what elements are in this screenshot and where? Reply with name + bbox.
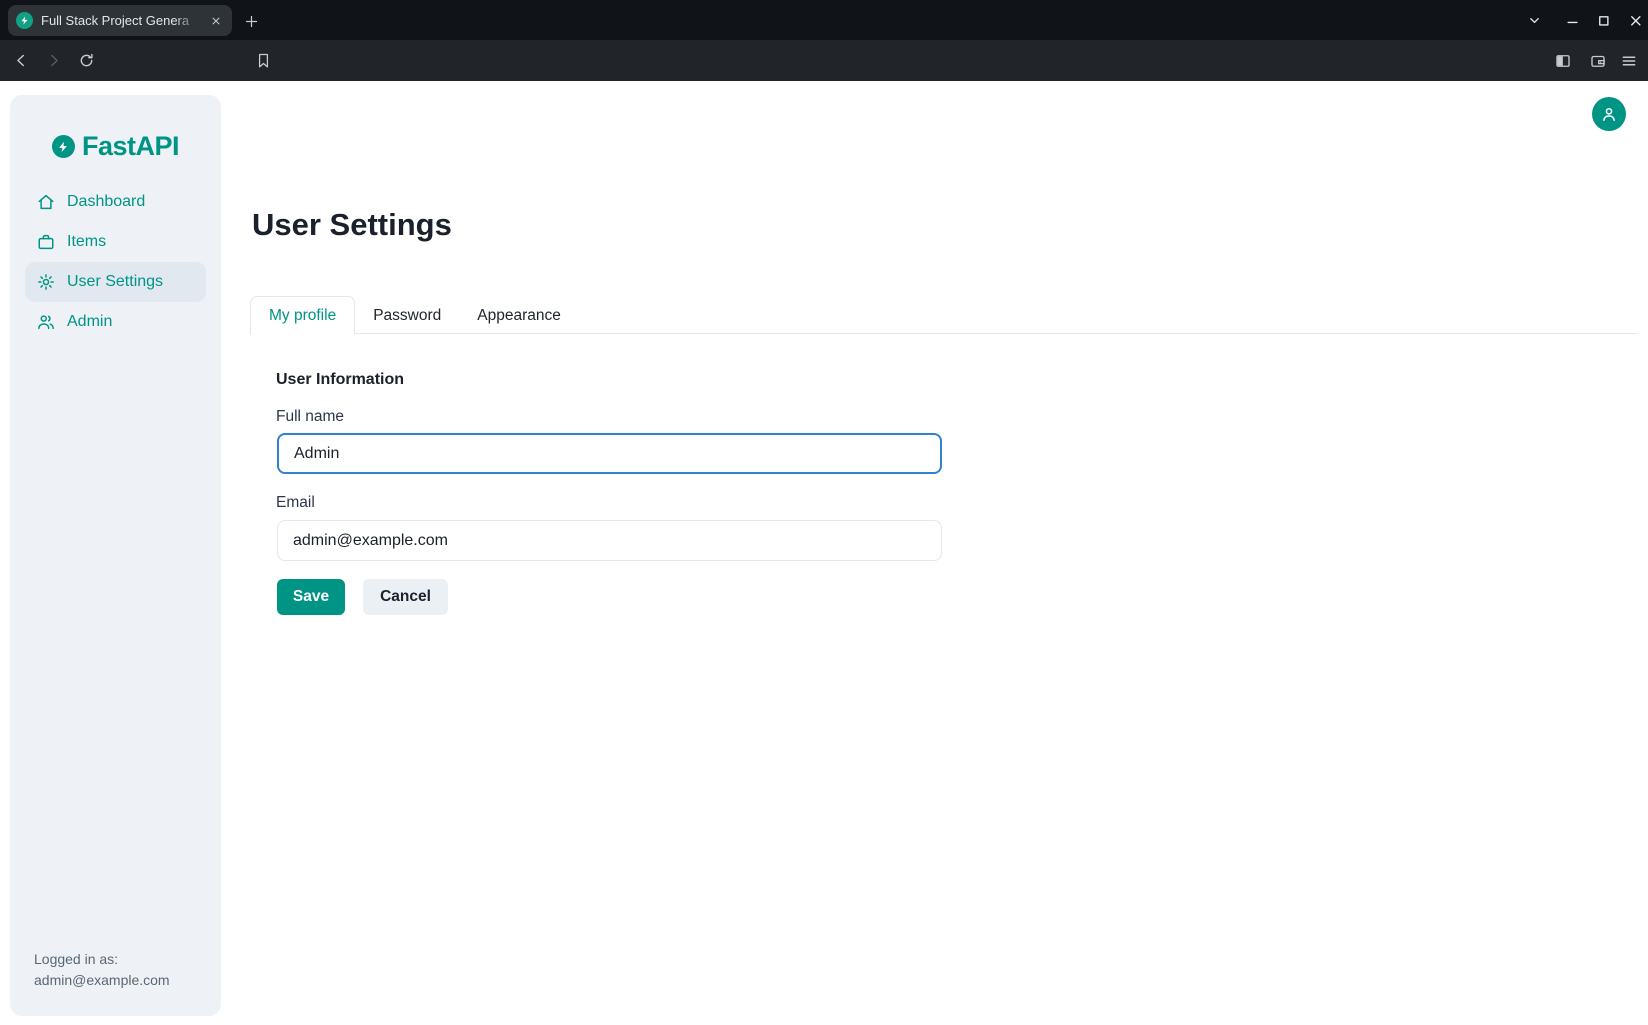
window-minimize-button[interactable]	[1559, 0, 1585, 40]
browser-toolbar: i localhost/settings 1	[0, 40, 1648, 81]
page-title: User Settings	[252, 207, 452, 243]
full-name-label: Full name	[276, 408, 344, 426]
tab-my-profile[interactable]: My profile	[250, 296, 355, 335]
browser-tabstrip: Full Stack Project Genera	[0, 0, 1648, 40]
logged-in-footer: Logged in as: admin@example.com	[34, 949, 170, 990]
users-icon	[37, 313, 55, 331]
brand-logo: FastAPI	[10, 131, 221, 162]
fastapi-logo-icon	[52, 135, 75, 158]
sidebar-panel-icon[interactable]	[1550, 40, 1576, 81]
email-label: Email	[276, 494, 315, 512]
sidebar-item-dashboard[interactable]: Dashboard	[25, 182, 206, 222]
window-maximize-button[interactable]	[1590, 0, 1616, 40]
briefcase-icon	[37, 233, 55, 251]
logged-in-label: Logged in as:	[34, 949, 170, 969]
sidebar-item-label: Items	[67, 233, 106, 251]
tab-appearance[interactable]: Appearance	[459, 296, 579, 335]
sidebar: FastAPI Dashboard Items User Settings Ad…	[10, 95, 221, 1016]
email-input[interactable]	[277, 520, 942, 561]
brand-name: FastAPI	[82, 131, 179, 162]
gear-icon	[37, 273, 55, 291]
browser-tab[interactable]: Full Stack Project Genera	[8, 5, 232, 36]
sidebar-item-label: User Settings	[67, 273, 163, 291]
reload-button[interactable]	[73, 40, 99, 81]
new-tab-button[interactable]	[238, 8, 264, 34]
back-button[interactable]	[8, 40, 34, 81]
user-icon	[1599, 104, 1619, 124]
sidebar-item-items[interactable]: Items	[25, 222, 206, 262]
tab-close-icon[interactable]	[208, 13, 224, 29]
tab-title: Full Stack Project Genera	[41, 13, 200, 28]
fastapi-favicon-icon	[16, 12, 33, 29]
full-name-input[interactable]	[277, 433, 942, 474]
sidebar-item-user-settings[interactable]: User Settings	[25, 262, 206, 302]
user-menu-avatar-button[interactable]	[1592, 97, 1626, 131]
forward-button[interactable]	[40, 40, 66, 81]
cancel-button[interactable]: Cancel	[363, 579, 448, 615]
sidebar-item-label: Admin	[67, 313, 112, 331]
home-icon	[37, 193, 55, 211]
save-button[interactable]: Save	[277, 579, 345, 615]
window-close-button[interactable]	[1622, 0, 1648, 40]
sidebar-item-admin[interactable]: Admin	[25, 302, 206, 342]
bookmark-icon[interactable]	[250, 40, 276, 81]
tab-search-chevron-icon[interactable]	[1521, 0, 1547, 40]
sidebar-nav: Dashboard Items User Settings Admin	[25, 182, 206, 342]
menu-hamburger-icon[interactable]	[1616, 40, 1642, 81]
tab-password[interactable]: Password	[355, 296, 459, 335]
sidebar-item-label: Dashboard	[67, 193, 145, 211]
app-page: FastAPI Dashboard Items User Settings Ad…	[0, 81, 1648, 1025]
settings-tabs: My profile Password Appearance	[250, 296, 579, 335]
section-title: User Information	[276, 371, 404, 389]
wallet-icon[interactable]	[1585, 40, 1611, 81]
logged-in-email: admin@example.com	[34, 970, 170, 990]
